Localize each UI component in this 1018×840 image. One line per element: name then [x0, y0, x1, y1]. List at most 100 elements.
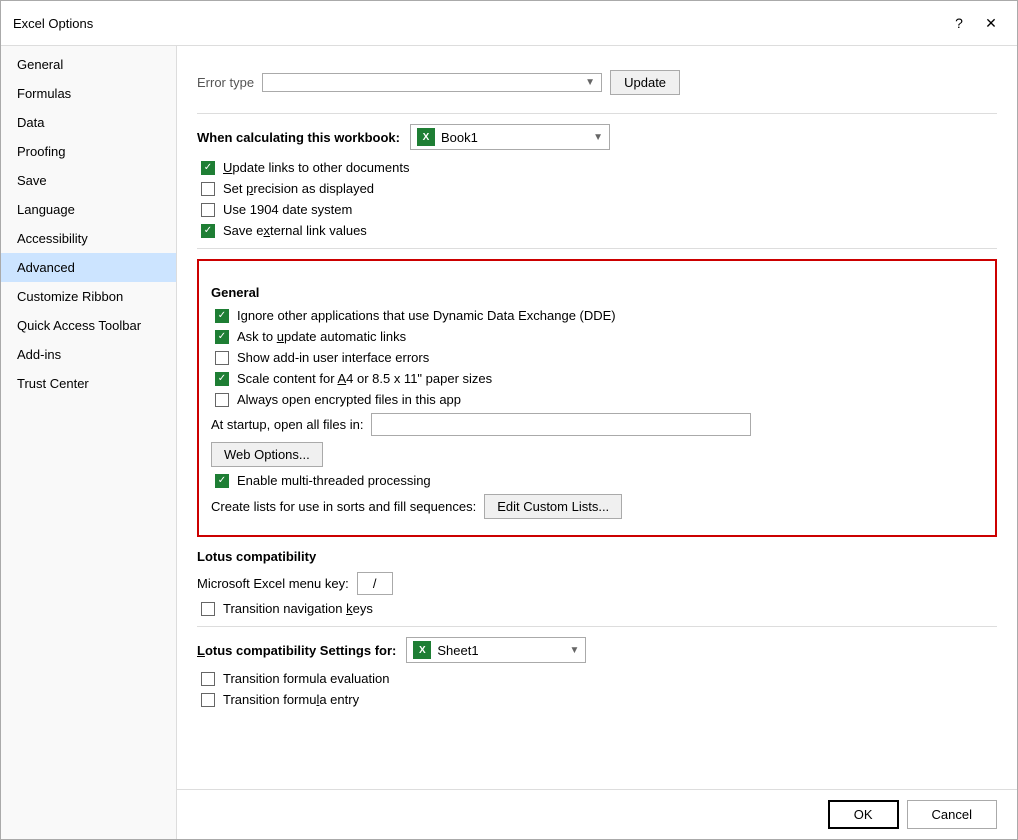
- workbook-name: Book1: [441, 130, 587, 145]
- workbook-dropdown-arrow: ▼: [593, 132, 603, 143]
- ignore-dde-label: Ignore other applications that use Dynam…: [237, 308, 616, 323]
- menu-key-label: Microsoft Excel menu key:: [197, 576, 349, 591]
- lotus-section-title: Lotus compatibility: [197, 549, 997, 564]
- option-multithread-row: Enable multi-threaded processing: [211, 473, 983, 488]
- sidebar-item-proofing[interactable]: Proofing: [1, 137, 176, 166]
- error-type-arrow: ▼: [585, 77, 595, 88]
- help-button[interactable]: ?: [945, 9, 973, 37]
- lotus-section: Lotus compatibility Microsoft Excel menu…: [197, 549, 997, 616]
- dialog-title: Excel Options: [13, 16, 93, 31]
- sidebar-item-customize-ribbon[interactable]: Customize Ribbon: [1, 282, 176, 311]
- sidebar-item-save[interactable]: Save: [1, 166, 176, 195]
- sheet-excel-icon: X: [413, 641, 431, 659]
- lotus-settings-label: Lotus compatibility Settings for:: [197, 643, 396, 658]
- option-ignore-dde-row: Ignore other applications that use Dynam…: [211, 308, 983, 323]
- create-lists-label: Create lists for use in sorts and fill s…: [211, 499, 476, 514]
- workbook-excel-icon: X: [417, 128, 435, 146]
- use-1904-label: Use 1904 date system: [223, 202, 352, 217]
- set-precision-checkbox[interactable]: [201, 182, 215, 196]
- sidebar-item-formulas[interactable]: Formulas: [1, 79, 176, 108]
- option-show-addin-row: Show add-in user interface errors: [211, 350, 983, 365]
- sheet-dropdown-arrow: ▼: [569, 645, 579, 656]
- save-external-checkbox[interactable]: [201, 224, 215, 238]
- option-transition-formula-eval-row: Transition formula evaluation: [197, 671, 997, 686]
- startup-row: At startup, open all files in:: [211, 413, 983, 436]
- set-precision-label: Set precision as displayed: [223, 181, 374, 196]
- transition-formula-eval-label: Transition formula evaluation: [223, 671, 389, 686]
- title-bar: Excel Options ? ✕: [1, 1, 1017, 46]
- show-addin-checkbox[interactable]: [215, 351, 229, 365]
- top-divider: [197, 113, 997, 114]
- menu-key-row: Microsoft Excel menu key:: [197, 572, 997, 595]
- general-section-title: General: [211, 285, 983, 300]
- startup-label: At startup, open all files in:: [211, 417, 363, 432]
- sidebar-item-general[interactable]: General: [1, 50, 176, 79]
- lotus-settings-divider: [197, 626, 997, 627]
- lotus-settings-dropdown[interactable]: X Sheet1 ▼: [406, 637, 586, 663]
- option-save-external-row: Save external link values: [197, 223, 997, 238]
- option-encrypted-row: Always open encrypted files in this app: [211, 392, 983, 407]
- sidebar-item-data[interactable]: Data: [1, 108, 176, 137]
- option-scale-a4-row: Scale content for A4 or 8.5 x 11" paper …: [211, 371, 983, 386]
- excel-options-dialog: Excel Options ? ✕ General Formulas Data …: [0, 0, 1018, 840]
- sidebar-item-advanced[interactable]: Advanced: [1, 253, 176, 282]
- show-addin-label: Show add-in user interface errors: [237, 350, 429, 365]
- footer: OK Cancel: [177, 789, 1017, 839]
- lotus-settings-section-row: Lotus compatibility Settings for: X Shee…: [197, 637, 997, 663]
- sidebar-item-language[interactable]: Language: [1, 195, 176, 224]
- option-transition-formula-entry-row: Transition formula entry: [197, 692, 997, 707]
- sidebar-item-quick-access-toolbar[interactable]: Quick Access Toolbar: [1, 311, 176, 340]
- general-divider-top: [197, 248, 997, 249]
- sidebar-item-trust-center[interactable]: Trust Center: [1, 369, 176, 398]
- update-links-checkbox[interactable]: [201, 161, 215, 175]
- sheet-name: Sheet1: [437, 643, 563, 658]
- sidebar-item-accessibility[interactable]: Accessibility: [1, 224, 176, 253]
- transition-formula-entry-label: Transition formula entry: [223, 692, 359, 707]
- save-external-label: Save external link values: [223, 223, 367, 238]
- update-button[interactable]: Update: [610, 70, 680, 95]
- transition-formula-entry-checkbox[interactable]: [201, 693, 215, 707]
- startup-input[interactable]: [371, 413, 751, 436]
- cancel-button[interactable]: Cancel: [907, 800, 997, 829]
- sidebar: General Formulas Data Proofing Save Lang…: [1, 46, 177, 839]
- create-lists-row: Create lists for use in sorts and fill s…: [211, 494, 983, 519]
- main-content: Error type ▼ Update When calculating thi…: [177, 46, 1017, 789]
- option-ask-update-row: Ask to update automatic links: [211, 329, 983, 344]
- workbook-dropdown[interactable]: X Book1 ▼: [410, 124, 610, 150]
- title-bar-buttons: ? ✕: [945, 9, 1005, 37]
- ask-update-label: Ask to update automatic links: [237, 329, 406, 344]
- ask-update-checkbox[interactable]: [215, 330, 229, 344]
- web-options-row: Web Options...: [211, 442, 983, 467]
- web-options-button[interactable]: Web Options...: [211, 442, 323, 467]
- option-transition-nav-row: Transition navigation keys: [197, 601, 997, 616]
- use-1904-checkbox[interactable]: [201, 203, 215, 217]
- truncated-row: Error type ▼ Update: [197, 70, 997, 95]
- update-links-label: Update links to other documents: [223, 160, 409, 175]
- general-section: General Ignore other applications that u…: [197, 259, 997, 537]
- option-1904-row: Use 1904 date system: [197, 202, 997, 217]
- scale-a4-label: Scale content for A4 or 8.5 x 11" paper …: [237, 371, 492, 386]
- transition-formula-eval-checkbox[interactable]: [201, 672, 215, 686]
- error-type-dropdown[interactable]: ▼: [262, 73, 602, 92]
- transition-nav-label: Transition navigation keys: [223, 601, 373, 616]
- truncated-section: Error type ▼ Update: [197, 62, 997, 103]
- option-update-links-row: Update links to other documents: [197, 160, 997, 175]
- multithread-label: Enable multi-threaded processing: [237, 473, 431, 488]
- scale-a4-checkbox[interactable]: [215, 372, 229, 386]
- sidebar-item-add-ins[interactable]: Add-ins: [1, 340, 176, 369]
- ignore-dde-checkbox[interactable]: [215, 309, 229, 323]
- edit-custom-lists-button[interactable]: Edit Custom Lists...: [484, 494, 622, 519]
- multithread-checkbox[interactable]: [215, 474, 229, 488]
- close-button[interactable]: ✕: [977, 9, 1005, 37]
- encrypted-label: Always open encrypted files in this app: [237, 392, 461, 407]
- dialog-content: General Formulas Data Proofing Save Lang…: [1, 46, 1017, 839]
- error-type-label: Error type: [197, 75, 254, 90]
- option-set-precision-row: Set precision as displayed: [197, 181, 997, 196]
- ok-button[interactable]: OK: [828, 800, 899, 829]
- transition-nav-checkbox[interactable]: [201, 602, 215, 616]
- workbook-section-row: When calculating this workbook: X Book1 …: [197, 124, 997, 150]
- main-panel: Error type ▼ Update When calculating thi…: [177, 46, 1017, 839]
- encrypted-checkbox[interactable]: [215, 393, 229, 407]
- menu-key-input[interactable]: [357, 572, 393, 595]
- workbook-label: When calculating this workbook:: [197, 130, 400, 145]
